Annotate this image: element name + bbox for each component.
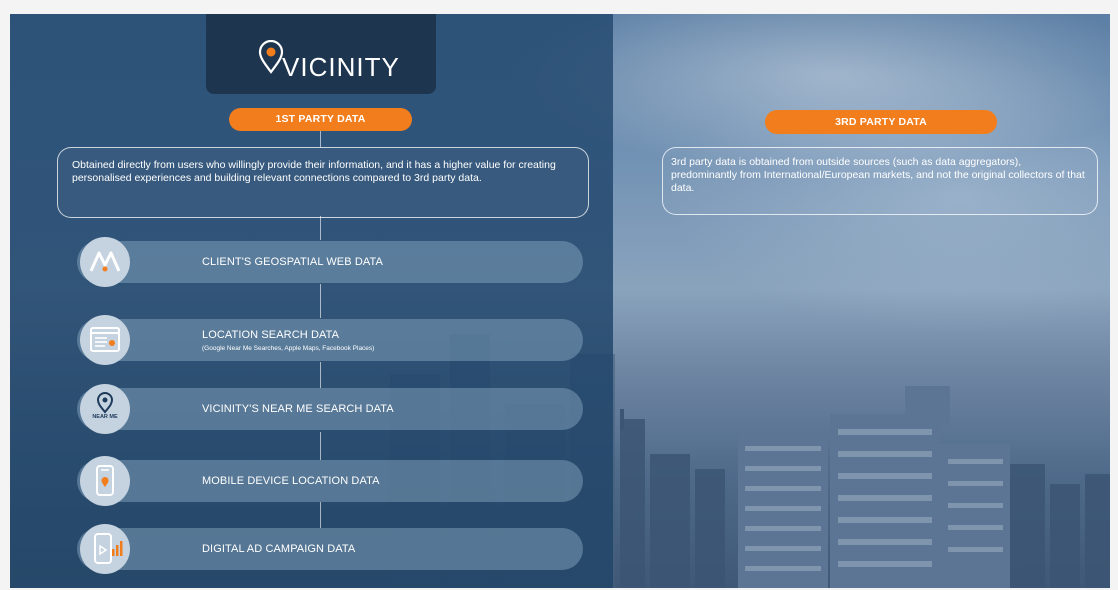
connector-line bbox=[320, 131, 321, 147]
ad-campaign-icon bbox=[80, 524, 130, 574]
list-item-title: VICINITY'S NEAR ME SEARCH DATA bbox=[202, 403, 394, 415]
connector-line bbox=[320, 502, 321, 528]
list-item-digital-ad-campaign-data: DIGITAL AD CAMPAIGN DATA bbox=[77, 528, 583, 570]
list-item-title: LOCATION SEARCH DATA bbox=[202, 329, 340, 341]
list-item-title: DIGITAL AD CAMPAIGN DATA bbox=[202, 543, 356, 555]
geospatial-icon bbox=[80, 237, 130, 287]
list-item-mobile-device-location-data: MOBILE DEVICE LOCATION DATA bbox=[77, 460, 583, 502]
list-item-near-me-search-data: VICINITY'S NEAR ME SEARCH DATA bbox=[77, 388, 583, 430]
first-party-label: 1ST PARTY DATA bbox=[229, 108, 412, 131]
brand-name: VICINITY bbox=[282, 52, 400, 82]
list-item-location-search-data: LOCATION SEARCH DATA (Google Near Me Sea… bbox=[77, 319, 583, 361]
near-me-icon-label: NEAR ME bbox=[92, 414, 118, 420]
location-pin-icon bbox=[258, 40, 284, 74]
search-window-icon bbox=[80, 315, 130, 365]
third-party-description: 3rd party data is obtained from outside … bbox=[662, 147, 1098, 215]
infographic-canvas: VICINITY 1ST PARTY DATA Obtained directl… bbox=[10, 14, 1110, 588]
connector-line bbox=[320, 216, 321, 240]
first-party-description: Obtained directly from users who willing… bbox=[57, 147, 589, 218]
list-item-geospatial-web-data: CLIENT'S GEOSPATIAL WEB DATA bbox=[77, 241, 583, 283]
near-me-pin-icon: NEAR ME bbox=[80, 384, 130, 434]
list-item-subtitle: (Google Near Me Searches, Apple Maps, Fa… bbox=[202, 345, 375, 352]
list-item-title: MOBILE DEVICE LOCATION DATA bbox=[202, 475, 380, 487]
mobile-location-icon bbox=[80, 456, 130, 506]
third-party-label: 3RD PARTY DATA bbox=[765, 110, 997, 134]
connector-line bbox=[320, 362, 321, 388]
list-item-title: CLIENT'S GEOSPATIAL WEB DATA bbox=[202, 256, 383, 268]
vicinity-logo: VICINITY bbox=[206, 14, 436, 94]
connector-line bbox=[320, 432, 321, 460]
connector-line bbox=[320, 284, 321, 318]
